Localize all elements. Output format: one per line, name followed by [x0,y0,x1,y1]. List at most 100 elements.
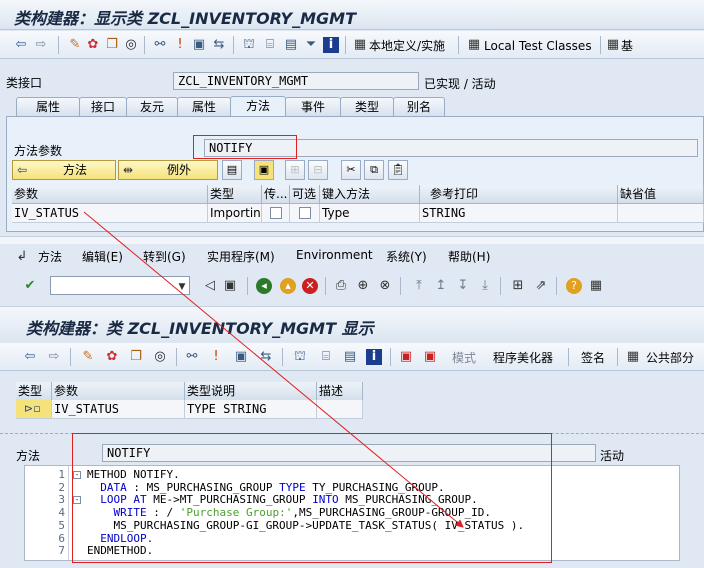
back-arrow-icon[interactable]: ⇦ [13,37,29,53]
change-display-icon[interactable]: ✎ [67,37,83,53]
enter-check-icon[interactable]: ✔ [22,278,38,294]
find-icon[interactable]: ⊕ [355,278,371,294]
code-editor[interactable]: 1- METHOD NOTIFY. 2 DATA : MS_PURCHASING_G… [24,465,680,561]
paste-icon[interactable]: 📋︎ [388,160,408,180]
navigation-window-icon[interactable]: ⇆ [258,349,274,365]
optional-checkbox[interactable] [299,207,311,219]
check-icon[interactable]: ❐ [128,349,144,365]
public-section-icon[interactable]: ▦ [625,349,641,365]
info-pin-icon[interactable]: ǃ [172,37,188,53]
test-icon[interactable]: ◎ [123,37,139,53]
filter-icon[interactable]: ⏷ [303,37,319,53]
base-icon[interactable]: ▦ [605,37,621,53]
local-definitions-icon[interactable]: ▦ [352,37,368,53]
class-interface-field[interactable]: ZCL_INVENTORY_MGMT [173,72,419,90]
method-editor-name-field[interactable]: NOTIFY [102,444,596,462]
find-next-icon[interactable]: ⊗ [377,278,393,294]
where-used-icon[interactable]: ⚯ [152,37,168,53]
sig-col-header-parameter[interactable]: 参数 [52,382,185,401]
first-page-icon[interactable]: ⤒ [411,278,427,294]
sig-col-header-type-desc[interactable]: 类型说明 [185,382,317,401]
new-session-icon[interactable]: ⊞ [510,278,526,294]
cell-pass-by-value[interactable] [262,204,290,223]
forward-arrow-icon[interactable]: ⇨ [33,37,49,53]
help-icon[interactable]: ? [566,278,582,294]
sig-col-header-description[interactable]: 描述 [317,382,363,401]
pass-by-value-checkbox[interactable] [270,207,282,219]
info-pin-icon[interactable]: ǃ [208,349,224,365]
exit-icon[interactable]: ▴ [280,278,296,294]
collapse-icon[interactable]: ◁ [202,278,218,294]
test-icon[interactable]: ◎ [152,349,168,365]
menu-goto[interactable]: 转到(G) [143,248,186,265]
col-header-optional[interactable]: 可选 [290,185,320,204]
cell-parameter[interactable]: IV_STATUS [12,204,208,223]
tab-methods[interactable]: 方法 [230,96,286,117]
change-display-icon[interactable]: ✎ [80,349,96,365]
command-field[interactable] [50,276,190,295]
local-test-classes-button[interactable]: Local Test Classes [484,38,592,54]
fold-toggle-icon[interactable]: - [73,471,81,479]
detail-view-icon[interactable]: ▤ [222,160,242,180]
sig-cell-description[interactable] [317,400,363,419]
hierarchy-icon[interactable]: ⛫ [241,37,257,53]
sig-cell-type-desc[interactable]: TYPE STRING [185,400,317,419]
tab-interfaces[interactable]: 接口 [79,97,127,116]
tab-attributes-2[interactable]: 属性 [177,97,231,116]
tab-types[interactable]: 类型 [340,97,394,116]
back-arrow-icon[interactable]: ⇦ [22,349,38,365]
cancel-icon[interactable]: ✕ [302,278,318,294]
table-icon[interactable]: ▤ [342,349,358,365]
activate-icon[interactable]: ✿ [85,37,101,53]
cell-associated-type[interactable]: STRING [420,204,618,223]
object-list-icon[interactable]: ▣ [191,37,207,53]
col-header-parameter[interactable]: 参数 [12,185,208,204]
menu-environment[interactable]: Environment [296,248,373,262]
menu-utilities[interactable]: 实用程序(M) [207,248,275,265]
info-icon[interactable]: i [366,349,382,365]
col-header-pass-by-value[interactable]: 传... [262,185,290,204]
method-name-field[interactable]: NOTIFY [204,139,698,157]
insert-row-icon[interactable]: ⊞ [285,160,305,180]
shortcut-icon[interactable]: ⇗ [533,278,549,294]
cell-typing-method[interactable]: Type [320,204,420,223]
pretty-printer-button[interactable]: 程序美化器 [493,350,553,366]
cell-default-value[interactable] [618,204,704,223]
sig-cell-parameter[interactable]: IV_STATUS [52,400,185,419]
layout-icon[interactable]: ⌸ [262,37,278,53]
menu-method[interactable]: 方法 [38,248,62,265]
menu-help[interactable]: 帮助(H) [448,248,490,265]
menu-edit[interactable]: 编辑(E) [82,248,123,265]
activate-icon[interactable]: ✿ [104,349,120,365]
fold-toggle-icon[interactable]: - [73,496,81,505]
customize-layout-icon[interactable]: ▦ [588,278,604,294]
next-page-icon[interactable]: ↧ [455,278,471,294]
delete-row-icon[interactable]: ⊟ [308,160,328,180]
info-icon[interactable]: i [323,37,339,53]
chevron-down-icon[interactable]: ▼ [174,279,190,295]
copy-icon[interactable]: ⧉ [364,160,384,180]
local-definitions-button[interactable]: 本地定义/实施 [369,38,445,54]
tab-friends[interactable]: 友元 [126,97,178,116]
sig-cell-kind[interactable]: ⊳▫ [16,400,52,419]
col-header-typing-method[interactable]: 键入方法 [320,185,420,204]
back-icon[interactable]: ◂ [256,278,272,294]
print-icon[interactable]: ⎙ [333,278,349,294]
where-used-icon[interactable]: ⚯ [184,349,200,365]
cell-type[interactable]: Importin... [208,204,262,223]
local-test-classes-icon[interactable]: ▦ [466,37,482,53]
public-section-button[interactable]: 公共部分 [646,350,694,366]
sig-col-header-kind[interactable]: 类型 [16,382,52,401]
exceptions-button[interactable]: ⇹ 例外 [118,160,218,180]
menu-system[interactable]: 系统(Y) [386,248,427,265]
col-header-type[interactable]: 类型 [208,185,262,204]
pattern-button[interactable]: 模式 [452,350,476,366]
splitter[interactable] [0,433,704,434]
tab-aliases[interactable]: 别名 [393,97,445,116]
check-icon[interactable]: ❐ [104,37,120,53]
save-row-icon[interactable]: ▣ [254,160,274,180]
tab-events[interactable]: 事件 [285,97,341,116]
object-list-icon[interactable]: ▣ [233,349,249,365]
pattern-alt-icon[interactable]: ▣ [422,349,438,365]
navigation-window-icon[interactable]: ⇆ [211,37,227,53]
